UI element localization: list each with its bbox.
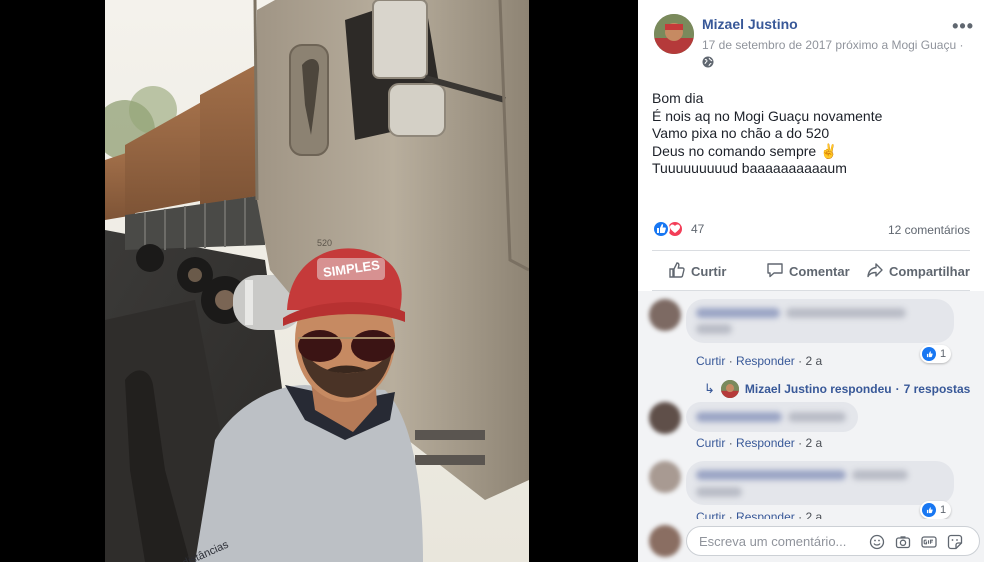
separator: ·: [798, 354, 803, 368]
blurred-author: [696, 308, 780, 318]
blurred-text: [788, 412, 846, 422]
comment-label: Comentar: [789, 263, 850, 279]
comment-like-link[interactable]: Curtir: [696, 354, 725, 368]
comment-placeholder: Escreva um comentário...: [699, 534, 847, 549]
comment-reactions[interactable]: 1: [920, 501, 952, 519]
post-message: Bom dia É nois aq no Mogi Guaçu novament…: [652, 90, 972, 178]
comment-actions: Curtir · Responder · 2 a: [696, 354, 822, 368]
truck-model-badge: 520: [317, 238, 332, 248]
comment-reactions-count: 1: [940, 348, 947, 360]
photo-pane: 520 SIMPLES distâncias: [0, 0, 638, 562]
author-avatar[interactable]: [654, 14, 694, 54]
divider: [652, 250, 970, 251]
like-button[interactable]: Curtir: [668, 256, 726, 286]
comment-input[interactable]: Escreva um comentário...: [686, 526, 980, 556]
replier-text: Mizael Justino respondeu: [744, 382, 892, 396]
blurred-text: [696, 324, 732, 334]
globe-icon: [702, 55, 714, 68]
author-name[interactable]: Mizael Justino: [702, 16, 798, 32]
comment-actions: Curtir · Responder · 2 a: [696, 436, 822, 450]
share-button[interactable]: Compartilhar: [866, 256, 970, 286]
camera-icon[interactable]: [895, 534, 911, 550]
separator: ·: [728, 436, 733, 450]
commenter-avatar[interactable]: [649, 299, 681, 331]
separator: ·: [728, 354, 733, 368]
thumbs-up-icon: [668, 261, 691, 282]
blurred-text: [696, 487, 742, 497]
comment-bubble: [686, 299, 954, 343]
reply-arrow-icon: ↳: [704, 381, 715, 396]
more-options-icon[interactable]: •••: [952, 16, 974, 37]
comment-bubble: [686, 461, 954, 505]
blurred-text: [852, 470, 908, 480]
comment-reactions[interactable]: 1: [920, 345, 952, 363]
comment-reactions-count: 1: [940, 504, 947, 516]
separator: ·: [798, 436, 803, 450]
share-icon: [866, 261, 889, 282]
gif-icon[interactable]: [921, 534, 937, 550]
post-date-location[interactable]: 17 de setembro de 2017 próximo a Mogi Gu…: [702, 38, 963, 52]
blurred-author: [696, 412, 782, 422]
reactions-count[interactable]: 47: [691, 222, 704, 236]
post-stats: 47 12 comentários: [652, 220, 972, 240]
post-line: Vamo pixa no chão a do 520: [652, 125, 830, 141]
comment-reply-link[interactable]: Responder: [736, 436, 795, 450]
like-reaction-icon[interactable]: [652, 220, 670, 238]
photo-viewer: 520 SIMPLES distâncias Mizael Justino 17…: [0, 0, 984, 562]
post-line: É nois aq no Mogi Guaçu novamente: [652, 107, 883, 124]
separator: ·: [895, 382, 900, 396]
blurred-text: [786, 308, 906, 318]
comment-bubble: [686, 402, 858, 432]
post-actions: Curtir Comentar Compartilhar: [652, 256, 972, 286]
comment-icon: [766, 261, 789, 282]
share-label: Compartilhar: [889, 263, 970, 279]
comments-count[interactable]: 12 comentários: [888, 223, 970, 237]
sticker-icon[interactable]: [947, 534, 963, 550]
replies-summary[interactable]: ↳ Mizael Justino respondeu · 7 respostas: [704, 380, 970, 398]
comment-reply-link[interactable]: Responder: [736, 354, 795, 368]
like-reaction-icon: [922, 503, 936, 517]
comment-composer: Escreva um comentário...: [638, 519, 984, 562]
post-line: Deus no comando sempre ✌️: [652, 142, 838, 159]
emoji-icon[interactable]: [869, 534, 885, 550]
current-user-avatar: [649, 525, 681, 557]
post-line: Tuuuuuuuuud baaaaaaaaaaum: [652, 160, 847, 176]
comment-like-link[interactable]: Curtir: [696, 436, 725, 450]
like-reaction-icon: [922, 347, 936, 361]
commenter-avatar[interactable]: [649, 402, 681, 434]
post-photo[interactable]: 520 SIMPLES distâncias: [105, 0, 529, 562]
reply-count: 7 respostas: [903, 382, 971, 396]
post-sidebar: Mizael Justino 17 de setembro de 2017 pr…: [638, 0, 984, 562]
comment-button[interactable]: Comentar: [766, 256, 850, 286]
blurred-author: [696, 470, 846, 480]
commenter-avatar[interactable]: [649, 461, 681, 493]
replier-avatar: [720, 380, 739, 398]
like-label: Curtir: [691, 263, 727, 279]
post-line: Bom dia: [652, 90, 704, 106]
comment-age[interactable]: 2 a: [805, 436, 822, 450]
comment-age[interactable]: 2 a: [805, 354, 822, 368]
